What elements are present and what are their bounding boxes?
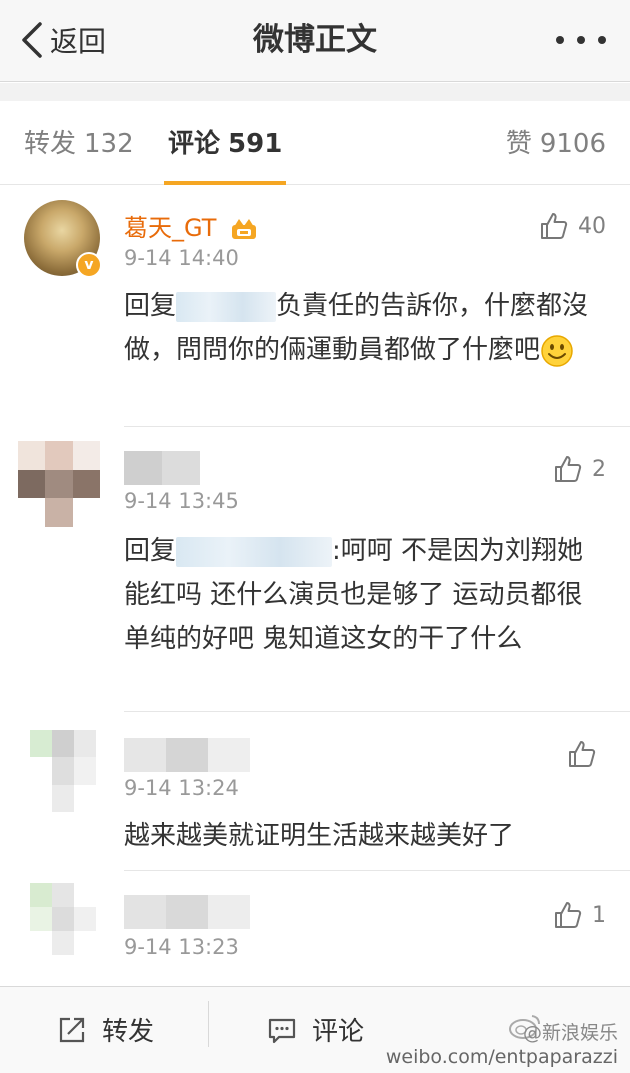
- tab-likes[interactable]: 赞 9106: [506, 123, 606, 160]
- comment-item: 9-14 13:45 2 回复:呵呵 不是因为刘翔她能红吗 还什么演员也是够了 …: [0, 427, 630, 711]
- username-blurred[interactable]: [124, 738, 250, 772]
- verified-badge-icon: v: [76, 252, 102, 278]
- comment-button[interactable]: 评论: [266, 1011, 364, 1048]
- tab-comments-count: 591: [228, 129, 283, 159]
- blurred-mention: [176, 291, 277, 322]
- avatar[interactable]: [30, 883, 96, 955]
- comment-time: 9-14 13:23: [124, 935, 239, 959]
- watermark-account: @新浪娱乐: [522, 1022, 618, 1044]
- comment-item: v 葛天_GT 9-14 14:40 40 回复 负責任的告訴你，什麼都沒做，問問…: [0, 186, 630, 426]
- watermark-url: weibo.com/entpaparazzi: [385, 1046, 618, 1068]
- vip-crown-icon: [232, 219, 257, 239]
- active-tab-indicator: [164, 181, 286, 185]
- like-button[interactable]: 2: [552, 453, 606, 485]
- more-options-icon[interactable]: [556, 28, 606, 52]
- like-button[interactable]: [566, 738, 606, 770]
- tab-bar: 转发 132 评论 591 赞 9106: [0, 101, 630, 185]
- thumbs-up-icon: [541, 213, 568, 239]
- reply-prefix: 回复: [124, 291, 177, 321]
- comment-time: 9-14 13:45: [124, 489, 239, 513]
- repost-label: 转发: [102, 1017, 155, 1047]
- comment-text: 回复:呵呵 不是因为刘翔她能红吗 还什么演员也是够了 运动员都很单纯的好吧 鬼知…: [124, 529, 608, 661]
- like-count: 2: [592, 456, 606, 482]
- username-blurred[interactable]: [124, 451, 200, 485]
- tab-reposts-count: 132: [84, 129, 134, 159]
- comment-text: 越来越美就证明生活越来越美好了: [124, 814, 608, 858]
- tab-reposts[interactable]: 转发 132: [24, 123, 134, 160]
- tab-comments-label: 评论: [168, 129, 221, 159]
- divider: [208, 1001, 209, 1047]
- blurred-mention: [176, 536, 333, 567]
- avatar[interactable]: [18, 441, 100, 527]
- page-title: 微博正文: [253, 22, 377, 58]
- repost-button[interactable]: 转发: [56, 1011, 154, 1048]
- tab-comments[interactable]: 评论 591: [168, 123, 282, 160]
- avatar[interactable]: [30, 730, 96, 812]
- section-gap: [0, 83, 630, 101]
- username-text: 葛天_GT: [124, 214, 217, 242]
- comment-item: 9-14 13:24 越来越美就证明生活越来越美好了: [0, 712, 630, 870]
- thumbs-up-icon: [555, 456, 582, 482]
- tab-reposts-label: 转发: [24, 129, 77, 159]
- comment-text: 回复 负責任的告訴你，什麼都沒做，問問你的倆運動員都做了什麼吧: [124, 284, 608, 372]
- comment-body: 越来越美就证明生活越来越美好了: [124, 821, 515, 851]
- username-blurred[interactable]: [124, 895, 250, 929]
- comment-time: 9-14 13:24: [124, 776, 239, 800]
- nav-bar: 返回 微博正文: [0, 0, 630, 82]
- like-count: 40: [578, 213, 606, 239]
- smiley-emoji-icon: [541, 334, 573, 367]
- comment-label: 评论: [312, 1017, 365, 1047]
- like-button[interactable]: 1: [552, 899, 606, 931]
- comment-time: 9-14 14:40: [124, 246, 239, 270]
- comment-username[interactable]: 葛天_GT: [124, 208, 258, 243]
- tab-likes-count: 9106: [539, 129, 606, 159]
- share-icon: [59, 1017, 85, 1042]
- comment-bubble-icon: [268, 1018, 296, 1043]
- tab-likes-label: 赞: [505, 129, 532, 159]
- comment-item: 9-14 13:23 1: [0, 871, 630, 985]
- reply-prefix: 回复: [124, 536, 177, 566]
- thumbs-up-icon: [555, 902, 582, 928]
- like-button[interactable]: 40: [538, 210, 606, 242]
- thumbs-up-icon: [569, 741, 596, 767]
- like-count: 1: [592, 902, 606, 928]
